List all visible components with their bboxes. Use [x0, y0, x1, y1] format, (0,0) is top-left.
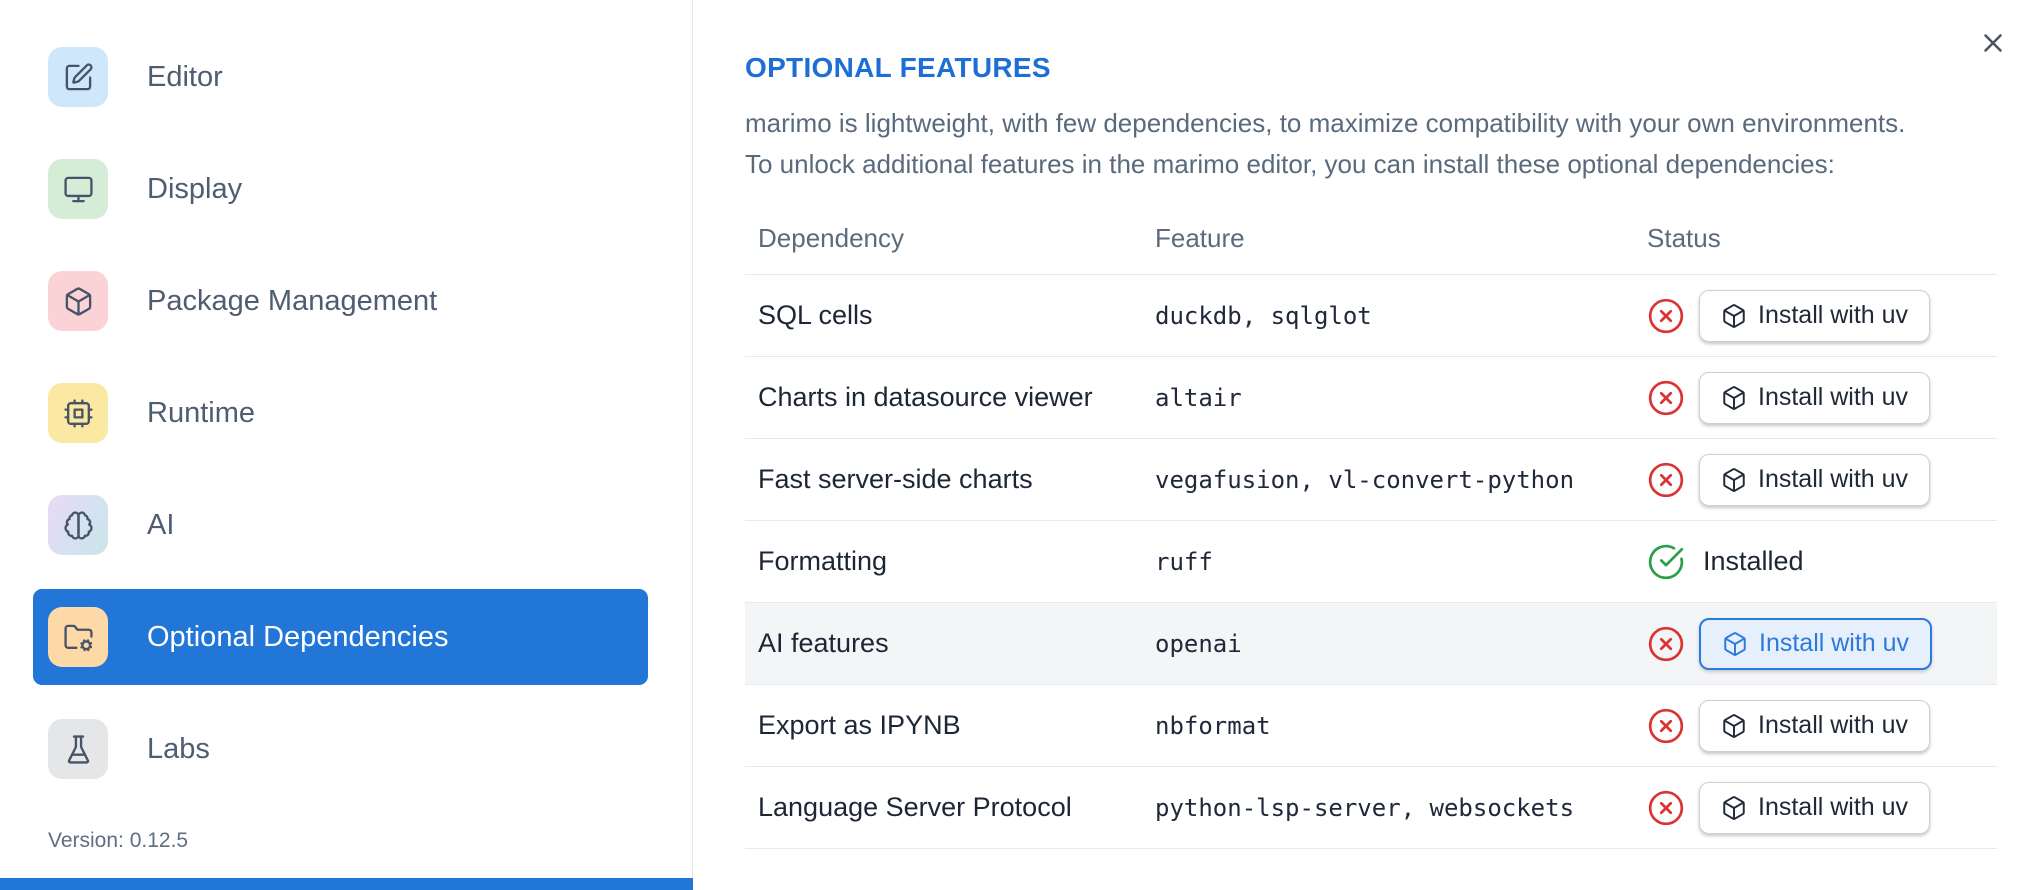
not-installed-icon	[1647, 789, 1685, 827]
sidebar-bottom-accent	[0, 878, 693, 890]
sidebar-item-label: Optional Dependencies	[147, 620, 449, 653]
installed-icon	[1647, 543, 1685, 581]
column-header-feature: Feature	[1155, 223, 1245, 253]
not-installed-icon	[1647, 297, 1685, 335]
install-with-uv-button[interactable]: Install with uv	[1699, 617, 1933, 670]
settings-dialog: Editor Display Package Management Runtim…	[0, 0, 2042, 890]
install-button-label: Install with uv	[1758, 383, 1909, 411]
feature-cell: openai	[1155, 629, 1242, 658]
not-installed-icon	[1647, 379, 1685, 417]
sidebar-item-editor[interactable]: Editor	[33, 29, 648, 125]
page-title: OPTIONAL FEATURES	[745, 52, 1051, 83]
optional-features-section: OPTIONAL FEATURES marimo is lightweight,…	[745, 0, 1997, 849]
column-header-dependency: Dependency	[758, 223, 904, 253]
version-label: Version: 0.12.5	[48, 829, 189, 852]
table-body: SQL cells duckdb, sqlglot Install with u…	[745, 275, 1997, 849]
not-installed-icon	[1647, 461, 1685, 499]
status-cell: Install with uv	[1647, 781, 1997, 834]
table-row-ai-features: AI features openai Install with uv	[745, 603, 1997, 685]
table-header: Dependency Feature Status	[745, 203, 1997, 275]
status-cell: Install with uv	[1647, 699, 1997, 752]
brain-icon	[48, 495, 108, 555]
feature-cell: ruff	[1155, 547, 1213, 576]
feature-cell: duckdb, sqlglot	[1155, 301, 1372, 330]
status-cell: Install with uv	[1647, 371, 1997, 424]
status-cell: Install with uv	[1647, 617, 1997, 670]
not-installed-icon	[1647, 625, 1685, 663]
column-header-status: Status	[1647, 223, 1721, 253]
package-icon	[1721, 467, 1747, 493]
feature-cell: nbformat	[1155, 711, 1271, 740]
install-button-label: Install with uv	[1758, 711, 1909, 739]
sidebar-item-label: Editor	[147, 60, 223, 93]
installed-label: Installed	[1703, 546, 1804, 576]
install-button-label: Install with uv	[1759, 629, 1910, 657]
status-cell: Install with uv	[1647, 453, 1997, 506]
sidebar-item-label: Display	[147, 172, 243, 205]
dependency-cell: Formatting	[758, 546, 888, 576]
dependency-cell: Language Server Protocol	[758, 792, 1072, 822]
monitor-icon	[48, 159, 108, 219]
sidebar-item-runtime[interactable]: Runtime	[33, 365, 648, 461]
status-cell: Install with uv	[1647, 289, 1997, 342]
sidebar-item-optional-dependencies[interactable]: Optional Dependencies	[33, 589, 648, 685]
dependencies-table: Dependency Feature Status SQL cells duck…	[745, 203, 1997, 849]
dependency-cell: SQL cells	[758, 300, 873, 330]
feature-cell: altair	[1155, 383, 1242, 412]
dependency-cell: Charts in datasource viewer	[758, 382, 1093, 412]
table-row-sql-cells: SQL cells duckdb, sqlglot Install with u…	[745, 275, 1997, 357]
table-row-fast-server-side-charts: Fast server-side charts vegafusion, vl-c…	[745, 439, 1997, 521]
cpu-icon	[48, 383, 108, 443]
sidebar-item-label: Package Management	[147, 284, 438, 317]
sidebar-item-label: Runtime	[147, 396, 255, 429]
sidebar-item-display[interactable]: Display	[33, 141, 648, 237]
status-cell: Installed	[1647, 543, 1997, 581]
install-with-uv-button[interactable]: Install with uv	[1699, 289, 1931, 342]
flask-icon	[48, 719, 108, 779]
sidebar-item-labs[interactable]: Labs	[33, 701, 648, 797]
sidebar-item-package-management[interactable]: Package Management	[33, 253, 648, 349]
package-icon	[1721, 303, 1747, 329]
feature-cell: python-lsp-server, websockets	[1155, 793, 1575, 822]
dependency-cell: AI features	[758, 628, 889, 658]
sidebar-item-label: Labs	[147, 732, 210, 765]
settings-panel: OPTIONAL FEATURES marimo is lightweight,…	[694, 0, 2042, 890]
description-line-1: marimo is lightweight, with few dependen…	[745, 108, 1906, 138]
install-with-uv-button[interactable]: Install with uv	[1699, 781, 1931, 834]
table-row-formatting: Formatting ruff Installed	[745, 521, 1997, 603]
package-icon	[1721, 713, 1747, 739]
sidebar: Editor Display Package Management Runtim…	[0, 0, 693, 890]
install-button-label: Install with uv	[1758, 301, 1909, 329]
box-icon	[48, 271, 108, 331]
package-icon	[1721, 795, 1747, 821]
description: marimo is lightweight, with few dependen…	[745, 103, 1997, 185]
install-with-uv-button[interactable]: Install with uv	[1699, 453, 1931, 506]
dependency-cell: Fast server-side charts	[758, 464, 1033, 494]
table-row-export-as-ipynb: Export as IPYNB nbformat Install with uv	[745, 685, 1997, 767]
install-button-label: Install with uv	[1758, 465, 1909, 493]
not-installed-icon	[1647, 707, 1685, 745]
sidebar-nav: Editor Display Package Management Runtim…	[0, 29, 692, 813]
install-button-label: Install with uv	[1758, 793, 1909, 821]
table-row-language-server-protocol: Language Server Protocol python-lsp-serv…	[745, 767, 1997, 849]
install-with-uv-button[interactable]: Install with uv	[1699, 699, 1931, 752]
package-icon	[1721, 385, 1747, 411]
table-row-charts-in-datasource-viewer: Charts in datasource viewer altair Insta…	[745, 357, 1997, 439]
package-icon	[1722, 631, 1748, 657]
sidebar-item-ai[interactable]: AI	[33, 477, 648, 573]
dependency-cell: Export as IPYNB	[758, 710, 961, 740]
sidebar-item-label: AI	[147, 508, 175, 541]
folder-cog-icon	[48, 607, 108, 667]
square-pen-icon	[48, 47, 108, 107]
feature-cell: vegafusion, vl-convert-python	[1155, 465, 1575, 494]
install-with-uv-button[interactable]: Install with uv	[1699, 371, 1931, 424]
description-line-2: To unlock additional features in the mar…	[745, 149, 1835, 179]
